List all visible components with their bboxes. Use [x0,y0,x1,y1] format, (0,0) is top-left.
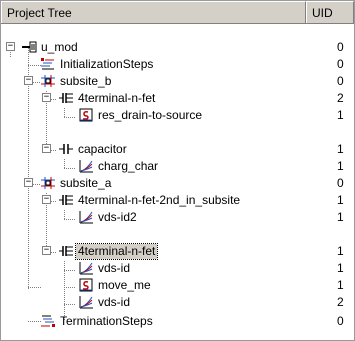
uid-value: 1 [337,108,344,122]
measurement-icon [79,262,93,275]
fet-icon [59,93,73,103]
uid-value: 1 [337,210,344,224]
tree-row-capacitor[interactable]: − capacitor 1 [1,141,354,158]
script-icon [79,278,93,292]
tree-item-label: TerminationSteps [60,314,153,328]
collapse-toggle[interactable]: − [42,93,51,102]
uid-value: 2 [337,295,344,309]
collapse-toggle[interactable]: − [42,246,51,255]
tree-item-label: subsite_b [60,74,112,88]
tree-row-move-me[interactable]: move_me 1 [1,277,354,294]
tree-item-label: charg_char [98,159,159,173]
tree-item-label: u_mod [41,40,78,54]
uid-value: 0 [337,314,344,328]
subsite-icon [41,177,55,189]
tree-item-label: capacitor [78,142,127,156]
uid-value: 0 [337,57,344,71]
tree-row-4terminal-n-fet[interactable]: − 4terminal-n-fet 2 [1,90,354,107]
fet-icon [59,195,73,205]
collapse-toggle[interactable]: − [6,42,15,51]
tree-item-label: vds-id [98,295,131,309]
collapse-toggle[interactable]: − [42,144,51,153]
measurement-icon [79,296,93,309]
tree-item-label: vds-id2 [98,210,137,224]
measurement-icon [79,211,93,224]
tree-item-label: res_drain-to-source [98,108,203,122]
tree-row-charg-char[interactable]: charg_char 1 [1,158,354,175]
uid-value: 0 [337,176,344,190]
tree-row-4terminal-n-fet-selected[interactable]: − 4terminal-n-fet 1 [1,243,354,260]
subsite-icon [41,75,55,87]
uid-value: 1 [337,159,344,173]
collapse-toggle[interactable]: − [24,76,33,85]
termination-steps-icon [41,315,55,327]
collapse-toggle[interactable]: − [42,195,51,204]
capacitor-icon [59,144,73,154]
project-tree-panel: Project Tree UID − u_mod 0 Initializatio… [0,0,355,341]
uid-value: 1 [337,261,344,275]
uid-value: 0 [337,40,344,54]
uid-value: 0 [337,74,344,88]
uid-value: 1 [337,142,344,156]
tree-row-vds-id2[interactable]: vds-id2 1 [1,209,354,226]
tree-item-label: 4terminal-n-fet [78,91,156,105]
tree-item-label: subsite_a [60,176,112,190]
tree-item-label: 4terminal-n-fet [74,243,159,260]
fet-icon [59,246,73,256]
uid-value: 1 [337,278,344,292]
tree-row-res-drain-to-source[interactable]: res_drain-to-source 1 [1,107,354,124]
module-icon [22,41,37,53]
tree-row-vds-id[interactable]: vds-id 1 [1,260,354,277]
tree-item-label: vds-id [98,261,131,275]
uid-value: 2 [337,91,344,105]
tree-item-label: 4terminal-n-fet-2nd_in_subsite [78,193,241,207]
tree-item-label: InitializationSteps [60,57,154,71]
tree-row-vds-id-2[interactable]: vds-id 2 [1,294,354,311]
tree-row-subsite-a[interactable]: − subsite_a 0 [1,175,354,192]
tree-row-u-mod[interactable]: − u_mod 0 [1,39,354,56]
measurement-icon [79,160,93,173]
tree-row-termination-steps[interactable]: TerminationSteps 0 [1,313,354,330]
tree-item-label: move_me [98,278,151,292]
uid-value: 1 [337,193,344,207]
tree-row-initialization-steps[interactable]: InitializationSteps 0 [1,56,354,73]
collapse-toggle[interactable]: − [24,178,33,187]
script-icon [79,108,93,122]
init-steps-icon [41,58,54,70]
tree-row-subsite-b[interactable]: − subsite_b 0 [1,73,354,90]
uid-value: 1 [337,244,344,258]
tree-row-4terminal-n-fet-2nd[interactable]: − 4terminal-n-fet-2nd_in_subsite 1 [1,192,354,209]
